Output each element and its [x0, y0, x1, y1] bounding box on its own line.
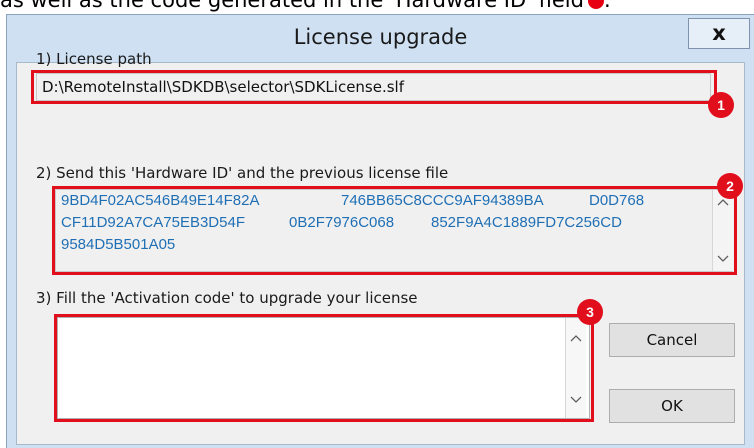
ok-button[interactable]: OK: [609, 389, 735, 423]
annotation-badge-2: 2: [717, 173, 743, 199]
caption-text: as well as the code generated in the 'Ha…: [0, 0, 611, 13]
caption-period: .: [603, 0, 611, 12]
caption-strip: as well as the code generated in the 'Ha…: [0, 0, 754, 14]
caption-marker-icon: [587, 0, 604, 9]
cancel-button[interactable]: Cancel: [609, 323, 735, 357]
license-path-label: 1) License path: [36, 50, 152, 68]
highlight-activation-code: [54, 314, 594, 422]
highlight-hardware-id: [52, 186, 737, 275]
caption-sentence: as well as the code generated in the 'Ha…: [0, 0, 584, 12]
highlight-license-path: [31, 70, 717, 104]
close-button[interactable]: x: [688, 18, 750, 49]
annotation-badge-1: 1: [708, 92, 734, 118]
activation-code-label: 3) Fill the 'Activation code' to upgrade…: [36, 289, 418, 307]
annotation-badge-3: 3: [577, 299, 603, 325]
hardware-id-label: 2) Send this 'Hardware ID' and the previ…: [36, 164, 449, 182]
